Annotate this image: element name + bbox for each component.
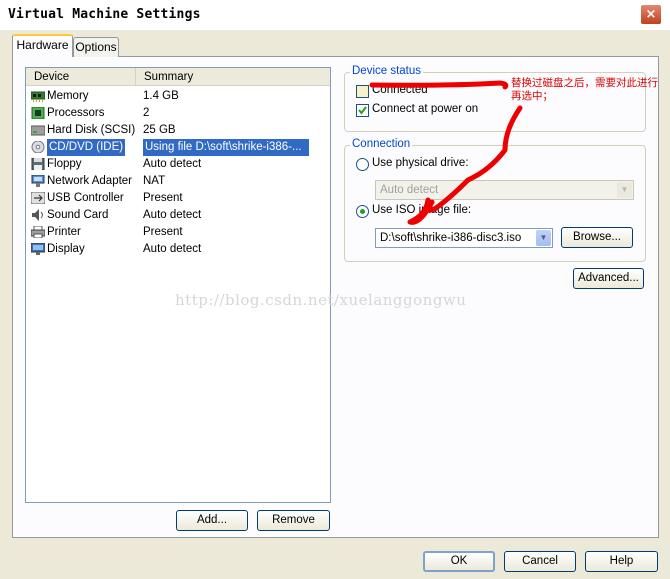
device-row-processors[interactable]: Processors 2 [30, 105, 328, 122]
device-name: Memory [47, 90, 89, 102]
column-header-device[interactable]: Device [26, 68, 136, 86]
printer-icon [30, 225, 46, 239]
device-summary: 1.4 GB [143, 90, 179, 102]
window-title: Virtual Machine Settings [8, 7, 201, 22]
cancel-button[interactable]: Cancel [504, 551, 576, 572]
floppy-icon [31, 157, 45, 171]
device-row-sound-card[interactable]: Sound Card Auto detect [30, 207, 328, 224]
network-adapter-icon [31, 174, 45, 187]
device-row-cd-dvd[interactable]: CD/DVD (IDE) Using file D:\soft\shrike-i… [30, 139, 328, 156]
device-summary: Auto detect [143, 158, 202, 170]
device-name: CD/DVD (IDE) [47, 139, 126, 156]
usb-controller-icon [30, 191, 46, 205]
device-summary: NAT [143, 175, 166, 187]
device-row-floppy[interactable]: Floppy Auto detect [30, 156, 328, 173]
remove-button[interactable]: Remove [257, 510, 330, 531]
display-icon [30, 242, 46, 255]
tab-hardware[interactable]: Hardware [12, 34, 73, 57]
chevron-down-icon[interactable]: ▼ [617, 182, 632, 198]
device-summary: Auto detect [143, 209, 202, 221]
device-name: Network Adapter [47, 175, 133, 187]
device-name: Processors [47, 107, 105, 119]
device-name: Floppy [47, 158, 82, 170]
device-summary: 2 [143, 107, 150, 119]
column-header-summary[interactable]: Summary [136, 68, 331, 86]
device-summary: Present [143, 226, 183, 238]
device-list[interactable]: Device Summary Memory 1.4 GB Processors … [25, 67, 331, 503]
device-row-hard-disk[interactable]: Hard Disk (SCSI) 25 GB [30, 122, 328, 139]
device-name: Sound Card [47, 209, 109, 221]
device-name: Display [47, 243, 85, 255]
device-row-display[interactable]: Display Auto detect [30, 241, 328, 258]
device-row-printer[interactable]: Printer Present [30, 224, 328, 241]
ok-button[interactable]: OK [423, 551, 495, 572]
device-summary: 25 GB [143, 124, 176, 136]
processor-icon [31, 106, 45, 120]
device-summary: Auto detect [143, 243, 202, 255]
watermark: http://blog.csdn.net/xuelanggongwu [175, 291, 467, 309]
add-button[interactable]: Add... [176, 510, 248, 531]
advanced-button[interactable]: Advanced... [573, 268, 644, 289]
device-name: Printer [47, 226, 81, 238]
device-row-network-adapter[interactable]: Network Adapter NAT [30, 173, 328, 190]
hard-disk-icon [30, 124, 46, 136]
device-row-usb-controller[interactable]: USB Controller Present [30, 190, 328, 207]
device-summary: Present [143, 192, 183, 204]
cd-dvd-icon [31, 140, 45, 154]
close-button[interactable]: × [640, 4, 662, 25]
device-summary: Using file D:\soft\shrike-i386-... [143, 139, 309, 156]
sound-card-icon [31, 209, 45, 221]
device-row-memory[interactable]: Memory 1.4 GB [30, 88, 328, 105]
help-button[interactable]: Help [585, 551, 658, 572]
tab-options[interactable]: Options [73, 37, 119, 57]
annotation-text: 替换过磁盘之后，需要对此进行再选中； [511, 77, 658, 102]
list-header: Device Summary [26, 68, 330, 86]
device-name: Hard Disk (SCSI) [47, 124, 136, 136]
memory-icon [30, 90, 46, 102]
device-name: USB Controller [47, 192, 124, 204]
